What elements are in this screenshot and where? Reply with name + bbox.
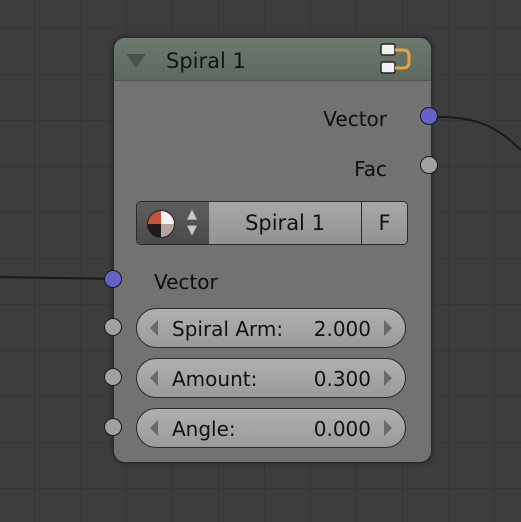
decrement-arrow-icon[interactable] — [150, 370, 158, 386]
collapse-triangle-icon[interactable] — [126, 54, 146, 68]
field-label: Spiral Arm: — [172, 317, 284, 341]
fake-user-button[interactable]: F — [362, 202, 407, 244]
decrement-arrow-icon[interactable] — [150, 420, 158, 436]
field-value: 2.000 — [313, 317, 371, 341]
output-vector-socket[interactable] — [420, 107, 438, 125]
input-amount-socket[interactable] — [104, 368, 122, 386]
field-value: 0.000 — [313, 417, 371, 441]
output-fac-socket[interactable] — [420, 156, 438, 174]
field-label: Angle: — [172, 417, 236, 441]
input-vector-socket[interactable] — [104, 270, 122, 288]
node-title: Spiral 1 — [166, 49, 246, 73]
browse-texture-button[interactable]: ▲ ▼ — [137, 202, 210, 244]
incoming-vector-wire — [0, 276, 114, 280]
field-value: 0.300 — [313, 367, 371, 391]
field-label: Amount: — [172, 367, 258, 391]
decrement-arrow-icon[interactable] — [150, 320, 158, 336]
amount-field[interactable]: Amount: 0.300 — [136, 358, 406, 398]
output-vector-label: Vector — [323, 107, 387, 131]
spiral-arm-field[interactable]: Spiral Arm: 2.000 — [136, 308, 406, 348]
angle-field[interactable]: Angle: 0.000 — [136, 408, 406, 448]
node-group-icon[interactable] — [379, 42, 415, 78]
input-vector-label: Vector — [154, 270, 218, 294]
increment-arrow-icon[interactable] — [384, 420, 392, 436]
input-angle-socket[interactable] — [104, 418, 122, 436]
outgoing-vector-wire — [429, 115, 521, 151]
texture-preview-icon — [147, 210, 175, 238]
up-down-arrows-icon: ▲ ▼ — [187, 207, 197, 238]
output-fac-label: Fac — [354, 157, 387, 181]
increment-arrow-icon[interactable] — [384, 320, 392, 336]
spiral-node[interactable]: Spiral 1 Vector Fac ▲ ▼ Spiral 1 F Vector… — [113, 37, 432, 463]
texture-datablock-selector[interactable]: ▲ ▼ Spiral 1 F — [136, 201, 408, 245]
increment-arrow-icon[interactable] — [384, 370, 392, 386]
node-header[interactable]: Spiral 1 — [114, 38, 431, 81]
input-spiral-arm-socket[interactable] — [104, 318, 122, 336]
texture-name-field[interactable]: Spiral 1 — [209, 202, 362, 244]
